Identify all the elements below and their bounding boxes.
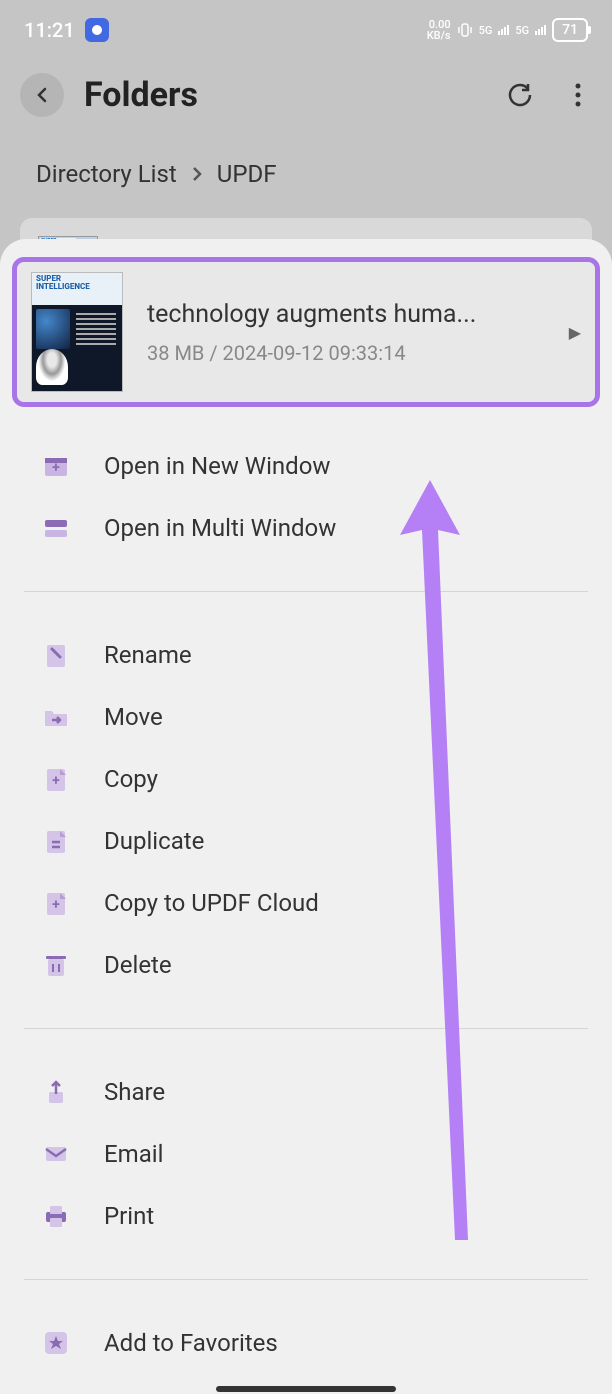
network-type-1: 5G xyxy=(479,24,493,37)
menu-rename[interactable]: Rename xyxy=(0,624,612,686)
menu-move[interactable]: Move xyxy=(0,686,612,748)
duplicate-icon xyxy=(40,825,72,857)
rename-icon xyxy=(40,639,72,671)
signal-icon-1 xyxy=(498,25,509,35)
breadcrumb: Directory List UPDF xyxy=(0,130,612,208)
delete-icon xyxy=(40,949,72,981)
svg-text:+: + xyxy=(52,460,60,476)
print-icon xyxy=(40,1200,72,1232)
back-icon xyxy=(33,86,51,104)
nav-handle[interactable] xyxy=(216,1386,396,1392)
menu-copy-cloud[interactable]: + Copy to UPDF Cloud xyxy=(0,872,612,934)
menu-label: Copy xyxy=(104,765,158,793)
chevron-right-icon xyxy=(191,165,203,183)
menu-open-multi-window[interactable]: Open in Multi Window xyxy=(0,497,612,559)
menu-duplicate[interactable]: Duplicate xyxy=(0,810,612,872)
email-icon xyxy=(40,1138,72,1170)
divider xyxy=(24,1028,588,1029)
menu-label: Copy to UPDF Cloud xyxy=(104,889,319,917)
status-time: 11:21 xyxy=(24,18,75,42)
copy-icon: + xyxy=(40,763,72,795)
svg-text:+: + xyxy=(52,773,60,789)
selected-file-row[interactable]: SUPERINTELLIGENCE technology augments hu… xyxy=(12,257,600,407)
file-name: technology augments huma... xyxy=(147,300,545,329)
app-indicator-icon xyxy=(85,18,109,42)
menu-label: Open in Multi Window xyxy=(104,514,336,542)
menu-label: Rename xyxy=(104,641,192,669)
cloud-copy-icon: + xyxy=(40,887,72,919)
back-button[interactable] xyxy=(20,73,64,117)
menu-label: Share xyxy=(104,1078,165,1106)
menu-share[interactable]: Share xyxy=(0,1061,612,1123)
new-window-icon: + xyxy=(40,450,72,482)
context-menu-sheet: SUPERINTELLIGENCE technology augments hu… xyxy=(0,239,612,1394)
move-icon xyxy=(40,701,72,733)
network-speed: 0.00 KB/s xyxy=(427,19,451,41)
multi-window-icon xyxy=(40,512,72,544)
menu-label: Add to Favorites xyxy=(104,1329,278,1357)
menu-print[interactable]: Print xyxy=(0,1185,612,1247)
chevron-right-icon: ▶ xyxy=(569,323,581,342)
menu-email[interactable]: Email xyxy=(0,1123,612,1185)
menu-label: Open in New Window xyxy=(104,452,330,480)
refresh-icon xyxy=(506,81,534,109)
file-meta: 38 MB / 2024-09-12 09:33:14 xyxy=(147,341,545,365)
status-bar: 11:21 0.00 KB/s 5G 5G 71 xyxy=(0,0,612,60)
vibrate-icon xyxy=(457,22,473,38)
divider xyxy=(24,1279,588,1280)
divider xyxy=(24,591,588,592)
menu-label: Email xyxy=(104,1140,163,1168)
network-type-2: 5G xyxy=(515,24,529,37)
breadcrumb-item-1[interactable]: Directory List xyxy=(36,160,177,188)
app-header: Folders xyxy=(0,60,612,130)
more-icon xyxy=(574,81,582,109)
menu-copy[interactable]: + Copy xyxy=(0,748,612,810)
menu-open-new-window[interactable]: + Open in New Window xyxy=(0,435,612,497)
more-button[interactable] xyxy=(564,81,592,109)
menu-label: Duplicate xyxy=(104,827,204,855)
menu-add-favorites[interactable]: Add to Favorites xyxy=(0,1312,612,1374)
signal-icon-2 xyxy=(535,25,546,35)
file-thumbnail: SUPERINTELLIGENCE xyxy=(31,272,123,392)
menu-delete[interactable]: Delete xyxy=(0,934,612,996)
svg-text:+: + xyxy=(52,897,60,913)
favorite-icon xyxy=(40,1327,72,1359)
battery-indicator: 71 xyxy=(552,18,588,42)
breadcrumb-item-2[interactable]: UPDF xyxy=(217,160,277,188)
refresh-button[interactable] xyxy=(506,81,534,109)
menu-label: Delete xyxy=(104,951,172,979)
share-icon xyxy=(40,1076,72,1108)
menu-label: Print xyxy=(104,1202,154,1230)
menu-label: Move xyxy=(104,703,163,731)
page-title: Folders xyxy=(84,75,198,115)
